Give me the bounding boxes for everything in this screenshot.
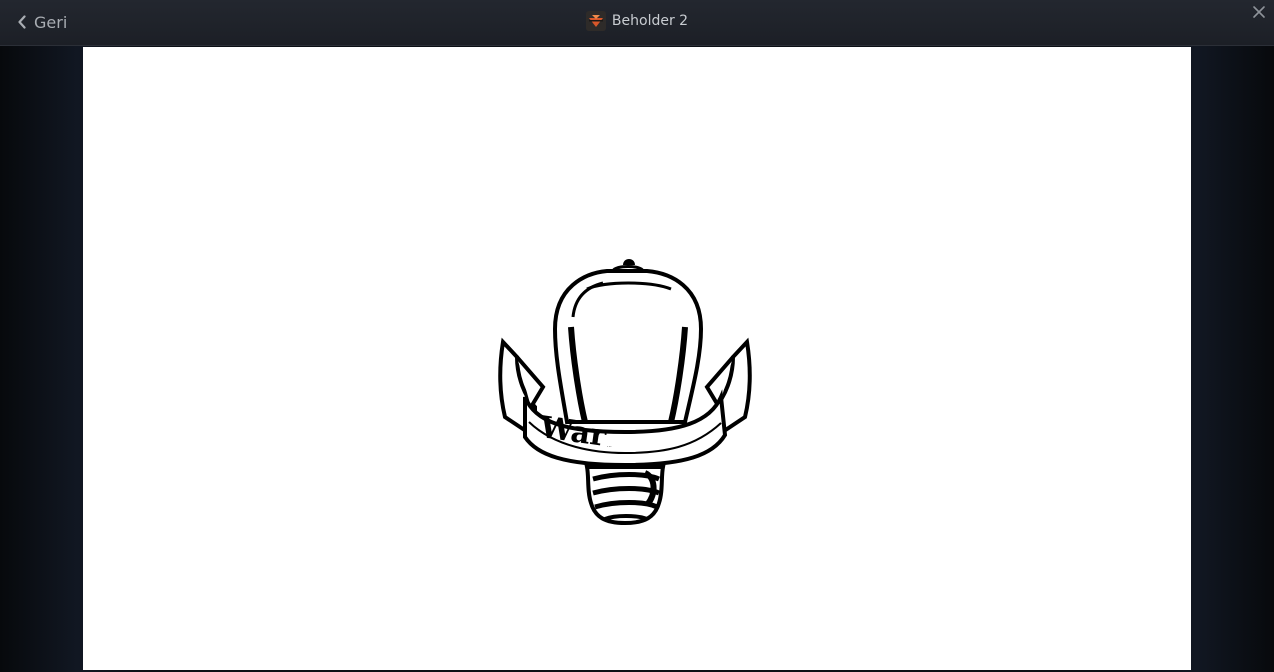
window-title: Beholder 2: [611, 13, 689, 29]
image-viewer: War ...: [0, 46, 1274, 672]
back-button[interactable]: Geri: [12, 8, 71, 36]
close-button[interactable]: [1250, 4, 1268, 22]
banner-small-text: ...: [607, 443, 612, 449]
close-icon: [1252, 4, 1266, 23]
lightbulb-logo: War ...: [498, 259, 752, 526]
beholder-app-icon: [585, 11, 606, 31]
image-canvas: War ...: [83, 47, 1191, 670]
chevron-left-icon: [16, 14, 28, 30]
title-bar: Geri Beholder 2: [0, 0, 1274, 46]
back-button-label: Geri: [34, 12, 68, 32]
window-title-group: Beholder 2: [0, 11, 1274, 31]
